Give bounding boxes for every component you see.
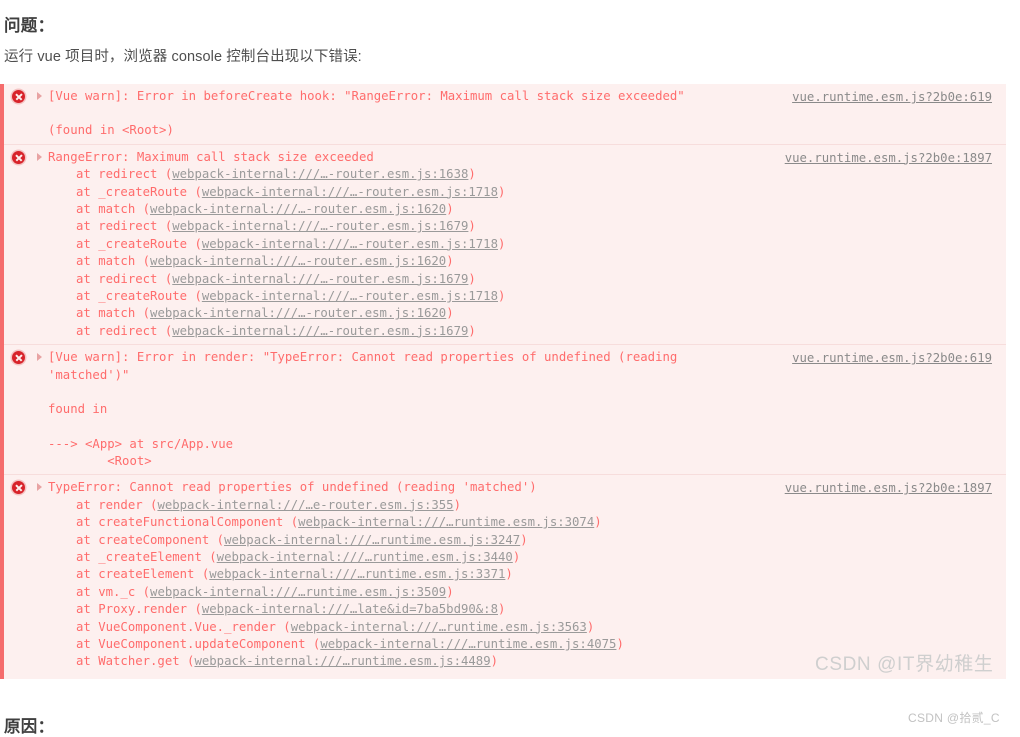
stack-frame-link[interactable]: webpack-internal:///…-router.esm.js:1679 (172, 324, 468, 338)
stack-frame: at redirect (webpack-internal:///…-route… (76, 271, 476, 286)
stack-frame-link[interactable]: webpack-internal:///…-router.esm.js:1718 (202, 185, 498, 199)
stack-frame: at VueComponent.Vue._render (webpack-int… (76, 619, 595, 634)
stack-frame: at createFunctionalComponent (webpack-in… (76, 515, 602, 530)
cause-heading: 原因： (4, 718, 55, 736)
article-page: 问题： 运行 vue 项目时，浏览器 console 控制台出现以下错误: [V… (0, 0, 1020, 736)
console-row[interactable]: TypeError: Cannot read properties of und… (4, 474, 1006, 674)
stack-frame: at match (webpack-internal:///…-router.e… (76, 254, 454, 269)
stack-frame-link[interactable]: webpack-internal:///…runtime.esm.js:4075 (320, 637, 616, 651)
page-title: 问题： (4, 17, 55, 35)
stack-frame-link[interactable]: webpack-internal:///…runtime.esm.js:4489 (194, 654, 490, 668)
stack-trace: at redirect (webpack-internal:///…-route… (48, 166, 1006, 340)
stack-frame: at vm._c (webpack-internal:///…runtime.e… (76, 584, 454, 599)
stack-frame-link[interactable]: webpack-internal:///…runtime.esm.js:3440 (217, 550, 513, 564)
stack-frame: at _createRoute (webpack-internal:///…-r… (76, 289, 506, 304)
stack-frame: at redirect (webpack-internal:///…-route… (76, 219, 476, 234)
stack-frame-link[interactable]: webpack-internal:///…runtime.esm.js:3247 (224, 533, 520, 547)
stack-frame-link[interactable]: webpack-internal:///…late&id=7ba5bd90&:8 (202, 602, 498, 616)
disclosure-triangle-icon[interactable] (37, 152, 42, 161)
console-source-link[interactable]: vue.runtime.esm.js?2b0e:619 (792, 350, 992, 367)
console-message: TypeError: Cannot read properties of und… (48, 480, 537, 495)
console-row[interactable]: RangeError: Maximum call stack size exce… (4, 143, 1006, 344)
stack-frame-link[interactable]: webpack-internal:///…e-router.esm.js:355 (157, 498, 453, 512)
console-row[interactable]: [Vue warn]: Error in render: "TypeError:… (4, 344, 1006, 474)
console-message: RangeError: Maximum call stack size exce… (48, 149, 374, 164)
console-message: [Vue warn]: Error in beforeCreate hook: … (48, 89, 685, 103)
stack-frame: at _createRoute (webpack-internal:///…-r… (76, 184, 506, 199)
console-source-link[interactable]: vue.runtime.esm.js?2b0e:1897 (785, 480, 992, 497)
stack-frame: at createComponent (webpack-internal:///… (76, 532, 528, 547)
watermark-secondary: CSDN @拾贰_C (908, 711, 1000, 725)
stack-frame-link[interactable]: webpack-internal:///…runtime.esm.js:3074 (298, 515, 594, 529)
error-circle-icon (12, 351, 25, 365)
error-circle-icon (12, 150, 25, 164)
stack-frame-link[interactable]: webpack-internal:///…-router.esm.js:1620 (150, 202, 446, 216)
stack-frame: at match (webpack-internal:///…-router.e… (76, 202, 454, 217)
console-source-link[interactable]: vue.runtime.esm.js?2b0e:619 (792, 89, 992, 106)
stack-frame: at Proxy.render (webpack-internal:///…la… (76, 602, 506, 617)
error-circle-icon (12, 481, 25, 495)
stack-frame-link[interactable]: webpack-internal:///…-router.esm.js:1638 (172, 167, 468, 181)
stack-frame-link[interactable]: webpack-internal:///…-router.esm.js:1718 (202, 237, 498, 251)
stack-frame-link[interactable]: webpack-internal:///…runtime.esm.js:3371 (209, 567, 505, 581)
stack-frame: at render (webpack-internal:///…e-router… (76, 497, 461, 512)
console-message-detail: (found in <Root>) (48, 123, 174, 138)
stack-frame: at redirect (webpack-internal:///…-route… (76, 167, 476, 182)
console-message: [Vue warn]: Error in render: "TypeError:… (48, 350, 678, 382)
stack-frame: at _createElement (webpack-internal:///…… (76, 549, 521, 564)
component-tree: ---> <App> at src/App.vue <Root> (48, 436, 234, 468)
stack-frame-link[interactable]: webpack-internal:///…-router.esm.js:1620 (150, 254, 446, 268)
watermark-primary: CSDN @IT界幼稚生 (815, 654, 994, 675)
disclosure-triangle-icon[interactable] (37, 483, 42, 492)
stack-frame-link[interactable]: webpack-internal:///…-router.esm.js:1718 (202, 289, 498, 303)
stack-frame: at _createRoute (webpack-internal:///…-r… (76, 236, 506, 251)
console-row[interactable]: [Vue warn]: Error in beforeCreate hook: … (4, 84, 1006, 144)
intro-paragraph: 运行 vue 项目时，浏览器 console 控制台出现以下错误: (4, 49, 362, 65)
stack-frame: at redirect (webpack-internal:///…-route… (76, 323, 476, 338)
found-in-label: found in (48, 402, 108, 417)
console-source-link[interactable]: vue.runtime.esm.js?2b0e:1897 (785, 150, 992, 167)
disclosure-triangle-icon[interactable] (37, 353, 42, 362)
browser-console-panel: [Vue warn]: Error in beforeCreate hook: … (0, 84, 1006, 679)
stack-frame-link[interactable]: webpack-internal:///…-router.esm.js:1620 (150, 306, 446, 320)
disclosure-triangle-icon[interactable] (37, 92, 42, 100)
stack-frame-link[interactable]: webpack-internal:///…-router.esm.js:1679 (172, 272, 468, 286)
stack-frame-link[interactable]: webpack-internal:///…runtime.esm.js:3563 (291, 620, 587, 634)
stack-trace: at render (webpack-internal:///…e-router… (48, 497, 1006, 671)
error-circle-icon (12, 90, 25, 103)
stack-frame-link[interactable]: webpack-internal:///…-router.esm.js:1679 (172, 219, 468, 233)
stack-frame-link[interactable]: webpack-internal:///…runtime.esm.js:3509 (150, 585, 446, 599)
stack-frame: at match (webpack-internal:///…-router.e… (76, 306, 454, 321)
stack-frame: at createElement (webpack-internal:///…r… (76, 567, 513, 582)
